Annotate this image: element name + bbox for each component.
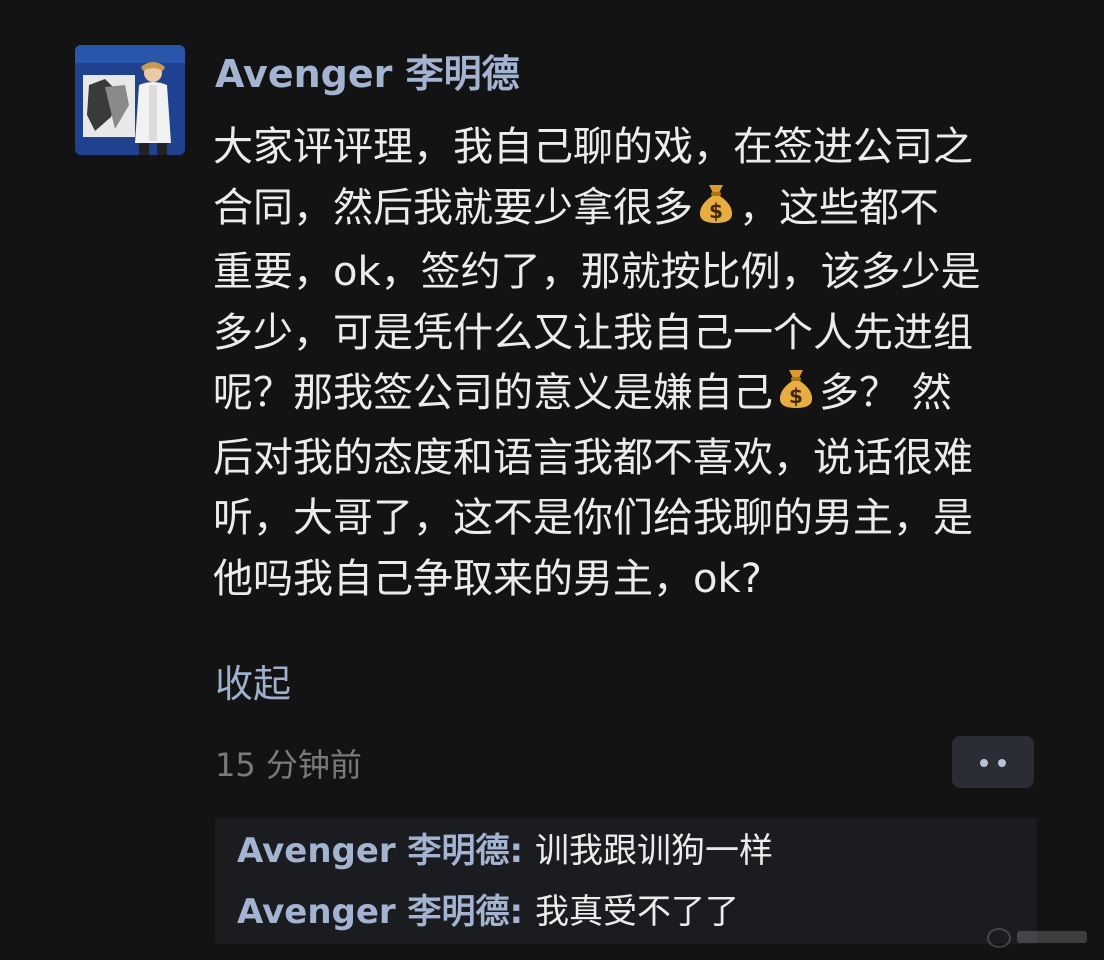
- post-line-segment: 合同，然后我就要少拿很多: [213, 184, 693, 231]
- reply-separator: :: [509, 831, 535, 871]
- post-screen: Avenger 李明德 大家评评理，我自己聊的戏，在签进公司之 合同，然后我就要…: [0, 0, 1104, 960]
- avatar[interactable]: [75, 45, 185, 155]
- svg-text:$: $: [789, 384, 803, 408]
- post-line: 呢？那我签公司的意义是嫌自己 $ 多？ 然: [213, 363, 1053, 428]
- reply-author[interactable]: Avenger 李明德: [237, 892, 510, 932]
- post-line: 听，大哥了，这不是你们给我聊的男主，是: [213, 495, 973, 541]
- post-body: 大家评评理，我自己聊的戏，在签进公司之 合同，然后我就要少拿很多 $ ，这些都不 重…: [213, 117, 1053, 609]
- reply-list: Avenger 李明德: 训我跟训狗一样 Avenger 李明德: 我真受不了了: [215, 818, 1037, 944]
- dot: [980, 759, 988, 767]
- post-line-segment: 呢？那我签公司的意义是嫌自己: [213, 370, 773, 416]
- post-line: 多少，可是凭什么又让我自己一个人先进组: [213, 309, 973, 356]
- post-line: 他吗我自己争取来的男主，ok?: [213, 555, 762, 602]
- dot: [998, 759, 1006, 767]
- reply-item[interactable]: Avenger 李明德: 我真受不了了: [237, 889, 739, 935]
- svg-text:$: $: [709, 199, 723, 223]
- post-line: 后对我的态度和语言我都不喜欢，说话很难: [213, 434, 973, 481]
- post-line: 合同，然后我就要少拿很多 $ ，这些都不: [213, 178, 1053, 243]
- money-bag-icon: $: [695, 181, 737, 243]
- avatar-photo: [75, 45, 185, 155]
- post-line: 重要，ok，签约了，那就按比例，该多少是: [213, 249, 981, 295]
- post-line-segment: 多？ 然: [819, 370, 952, 416]
- reply-text: 我真受不了了: [534, 892, 739, 932]
- post-line-segment: ，这些都不: [739, 184, 939, 231]
- watermark: [985, 918, 1095, 954]
- more-options-button[interactable]: [952, 736, 1034, 788]
- reply-text: 训我跟训狗一样: [534, 831, 773, 871]
- reply-author[interactable]: Avenger 李明德: [237, 831, 510, 871]
- collapse-link[interactable]: 收起: [215, 656, 291, 712]
- reply-item[interactable]: Avenger 李明德: 训我跟训狗一样: [237, 828, 773, 874]
- post-author-name[interactable]: Avenger 李明德: [215, 48, 520, 100]
- money-bag-icon: $: [775, 366, 817, 428]
- post-timestamp: 15 分钟前: [215, 746, 362, 784]
- reply-separator: :: [509, 892, 535, 932]
- post-line: 大家评评理，我自己聊的戏，在签进公司之: [213, 124, 973, 170]
